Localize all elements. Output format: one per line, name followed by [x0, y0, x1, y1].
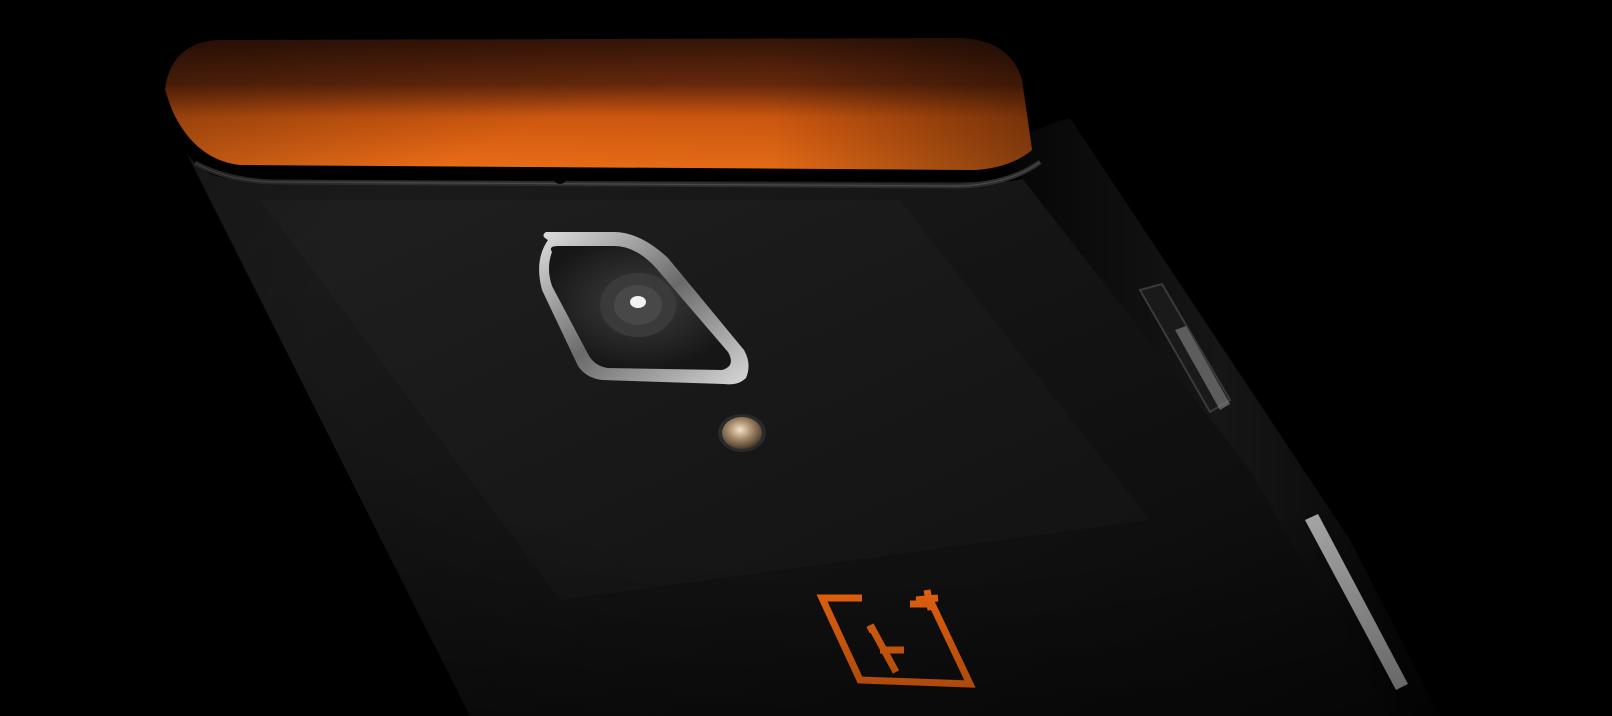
phone-illustration	[0, 0, 1612, 716]
vignette	[0, 0, 1612, 716]
product-photo	[0, 0, 1612, 716]
